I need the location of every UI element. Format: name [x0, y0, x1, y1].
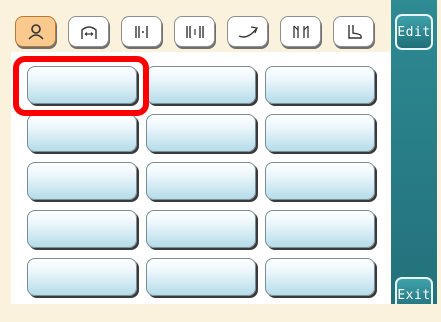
selection-highlight — [13, 56, 149, 116]
edit-button[interactable]: Edit — [395, 14, 433, 50]
tab-bar — [11, 10, 383, 50]
tab-curve[interactable] — [227, 16, 268, 47]
arch-icon — [80, 25, 97, 39]
preset-button-r1-c3[interactable] — [265, 66, 375, 104]
preset-button-r1-c2[interactable] — [146, 66, 256, 104]
preset-button-r3-c2[interactable] — [146, 162, 256, 200]
tab-divider[interactable] — [121, 16, 162, 47]
preset-button-r5-c2[interactable] — [146, 258, 256, 296]
user-icon — [27, 23, 44, 40]
preset-button-r4-c3[interactable] — [265, 210, 375, 248]
tab-arch[interactable] — [68, 16, 109, 47]
tab-user[interactable] — [15, 16, 56, 47]
foot-icon — [347, 24, 362, 39]
preset-button-r2-c3[interactable] — [265, 114, 375, 152]
preset-button-r2-c2[interactable] — [146, 114, 256, 152]
curve-icon — [238, 25, 258, 38]
divider-icon — [134, 25, 148, 38]
tab-split[interactable] — [280, 16, 321, 47]
preset-button-r3-c1[interactable] — [27, 162, 137, 200]
preset-button-r2-c1[interactable] — [27, 114, 137, 152]
split-icon — [292, 25, 309, 38]
preset-button-r5-c1[interactable] — [27, 258, 137, 296]
tab-foot[interactable] — [333, 16, 374, 47]
preset-button-r4-c2[interactable] — [146, 210, 256, 248]
preset-button-r3-c3[interactable] — [265, 162, 375, 200]
preset-button-r4-c1[interactable] — [27, 210, 137, 248]
columns-icon — [185, 25, 204, 38]
preset-button-r5-c3[interactable] — [265, 258, 375, 296]
tab-columns[interactable] — [174, 16, 215, 47]
bottom-strip — [0, 304, 441, 322]
